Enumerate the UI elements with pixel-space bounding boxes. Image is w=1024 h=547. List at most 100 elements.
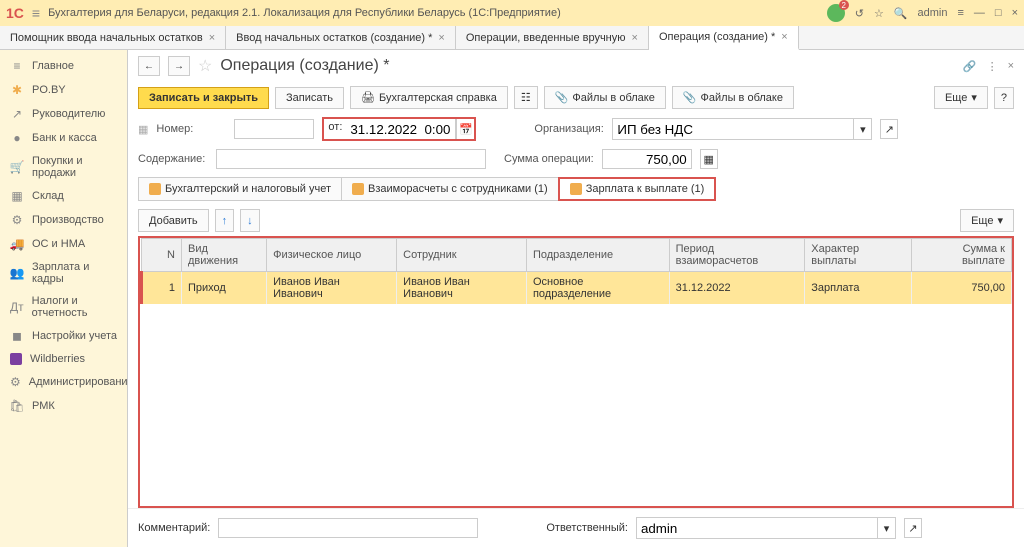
table-more-button[interactable]: Еще ▾ — [960, 209, 1014, 232]
tab-close-icon[interactable]: × — [632, 32, 638, 44]
column-header[interactable]: Характер выплаты — [805, 239, 912, 272]
comment-label: Комментарий: — [138, 522, 210, 534]
tab-close-icon[interactable]: × — [781, 31, 787, 43]
nav-icon: 👥 — [10, 266, 24, 280]
column-header[interactable]: Сумма к выплате — [912, 239, 1012, 272]
nav-back-button[interactable]: ← — [138, 56, 160, 76]
column-header[interactable]: Подразделение — [526, 239, 669, 272]
hamburger-icon[interactable]: ≡ — [32, 5, 40, 21]
print-icon: 🖨 — [361, 91, 375, 104]
nav-icon: Дт — [10, 300, 24, 314]
sidebar-item[interactable]: 👥Зарплата и кадры — [0, 256, 127, 290]
move-up-button[interactable]: ↑ — [215, 209, 235, 232]
page-title: Операция (создание) * — [220, 57, 955, 75]
nav-icon: ✱ — [10, 83, 24, 97]
cloud-files-button-2[interactable]: 📎Файлы в облаке — [672, 86, 794, 109]
comment-input[interactable] — [218, 518, 478, 538]
more-icon[interactable]: ⋮ — [987, 60, 998, 73]
org-open-button[interactable]: ↗ — [880, 119, 898, 139]
user-label[interactable]: admin — [918, 7, 948, 19]
calendar-icon[interactable]: 📅 — [456, 119, 474, 139]
link-icon[interactable]: 🔗 — [963, 60, 977, 73]
sum-input[interactable] — [602, 149, 692, 169]
minimize-icon[interactable]: — — [974, 7, 985, 19]
column-header[interactable]: Период взаиморасчетов — [669, 239, 805, 272]
tab[interactable]: Помощник ввода начальных остатков× — [0, 26, 226, 49]
tab-close-icon[interactable]: × — [438, 32, 444, 44]
sidebar-item[interactable]: ◼Настройки учета — [0, 324, 127, 348]
org-input[interactable] — [613, 119, 853, 139]
responsible-open-button[interactable]: ↗ — [904, 518, 922, 538]
sidebar-item[interactable]: 🚚ОС и НМА — [0, 232, 127, 256]
star-icon[interactable]: ☆ — [198, 56, 212, 76]
save-close-button[interactable]: Записать и закрыть — [138, 87, 269, 109]
nav-icon: 🛍 — [10, 399, 24, 413]
settings-icon[interactable]: ≡ — [957, 7, 963, 19]
nav-icon: 🛒 — [10, 160, 24, 174]
column-header[interactable]: N — [142, 239, 182, 272]
content-input[interactable] — [216, 149, 486, 169]
search-icon[interactable]: 🔍 — [894, 7, 908, 20]
sidebar-item[interactable]: ≡Главное — [0, 54, 127, 78]
sidebar-item[interactable]: ↗Руководителю — [0, 102, 127, 126]
responsible-input[interactable] — [637, 518, 877, 538]
acct-ref-button[interactable]: 🖨Бухгалтерская справка — [350, 86, 508, 109]
column-header[interactable]: Вид движения — [182, 239, 267, 272]
more-button[interactable]: Еще ▾ — [934, 86, 988, 109]
column-header[interactable]: Сотрудник — [397, 239, 527, 272]
history-icon[interactable]: ↺ — [855, 7, 864, 20]
subtab[interactable]: Взаиморасчеты с сотрудниками (1) — [341, 177, 559, 201]
sidebar-item[interactable]: ⚙Производство — [0, 208, 127, 232]
tab[interactable]: Ввод начальных остатков (создание) *× — [226, 26, 456, 49]
sidebar-item[interactable]: 🛍РМК — [0, 394, 127, 418]
nav-icon — [10, 353, 22, 365]
add-button[interactable]: Добавить — [138, 209, 209, 232]
sidebar-item[interactable]: Wildberries — [0, 348, 127, 370]
clip-icon: 📎 — [683, 91, 697, 104]
register-icon-button[interactable]: ☷ — [514, 86, 538, 109]
nav-forward-button[interactable]: → — [168, 56, 190, 76]
sidebar-item[interactable]: ✱PO.BY — [0, 78, 127, 102]
clip-icon: 📎 — [555, 91, 569, 104]
sidebar-item[interactable]: ▦Склад — [0, 184, 127, 208]
subtab[interactable]: Бухгалтерский и налоговый учет — [138, 177, 342, 201]
tab[interactable]: Операция (создание) *× — [649, 26, 799, 50]
sidebar-item[interactable]: ⚙Администрирование — [0, 370, 127, 394]
number-input[interactable] — [234, 119, 314, 139]
column-header[interactable]: Физическое лицо — [267, 239, 397, 272]
sum-label: Сумма операции: — [504, 153, 594, 165]
tab-close-icon[interactable]: × — [209, 32, 215, 44]
nav-icon: ⚙ — [10, 213, 24, 227]
subtab-icon — [149, 183, 161, 195]
app-title: Бухгалтерия для Беларуси, редакция 2.1. … — [48, 7, 819, 19]
save-button[interactable]: Записать — [275, 87, 344, 109]
favorite-icon[interactable]: ☆ — [874, 7, 884, 20]
nav-icon: ▦ — [10, 189, 24, 203]
close-icon[interactable]: × — [1012, 7, 1018, 19]
content-label: Содержание: — [138, 153, 208, 165]
nav-icon: ⚙ — [10, 375, 21, 389]
nav-icon: 🚚 — [10, 237, 24, 251]
tab[interactable]: Операции, введенные вручную× — [456, 26, 649, 49]
cloud-files-button-1[interactable]: 📎Файлы в облаке — [544, 86, 666, 109]
calc-icon[interactable]: ▦ — [700, 149, 718, 169]
sidebar-item[interactable]: ●Банк и касса — [0, 126, 127, 150]
table-row[interactable]: 1ПриходИванов Иван ИвановичИванов Иван И… — [142, 272, 1012, 305]
sidebar-item[interactable]: ДтНалоги и отчетность — [0, 290, 127, 324]
sidebar-item[interactable]: 🛒Покупки и продажи — [0, 150, 127, 184]
responsible-dropdown-icon[interactable]: ▾ — [877, 518, 895, 538]
date-input[interactable] — [346, 119, 456, 139]
subtab-icon — [570, 183, 582, 195]
subtab[interactable]: Зарплата к выплате (1) — [558, 177, 717, 201]
app-logo: 1C — [6, 5, 24, 21]
nav-icon: ≡ — [10, 59, 24, 73]
help-button[interactable]: ? — [994, 87, 1014, 109]
org-dropdown-icon[interactable]: ▾ — [853, 119, 871, 139]
nav-icon: ↗ — [10, 107, 24, 121]
org-label: Организация: — [534, 123, 604, 135]
maximize-icon[interactable]: □ — [995, 7, 1002, 19]
number-label: Номер: — [156, 123, 226, 135]
move-down-button[interactable]: ↓ — [240, 209, 260, 232]
close-panel-icon[interactable]: × — [1008, 60, 1014, 73]
notification-icon[interactable] — [827, 4, 845, 22]
